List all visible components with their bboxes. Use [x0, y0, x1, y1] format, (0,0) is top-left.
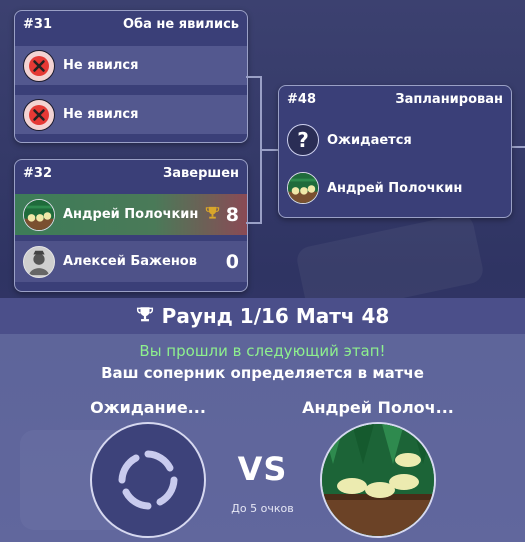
no-show-x-icon — [23, 49, 55, 82]
round-title-text: Раунд 1/16 Матч 48 — [161, 304, 390, 328]
match-number: #31 — [23, 16, 52, 32]
left-player-name: Ожидание... — [90, 398, 206, 417]
player-name: Не явился — [63, 58, 139, 73]
match-header: #32 Завершен — [15, 160, 247, 186]
question-mark-icon: ? — [287, 124, 319, 156]
player-row[interactable]: Алексей Баженов 0 — [15, 241, 247, 282]
player-score: 8 — [225, 203, 239, 226]
match-status: Завершен — [163, 165, 239, 181]
match-length: До 5 очков — [231, 502, 294, 515]
no-show-x-icon — [23, 98, 55, 131]
match-header: #31 Оба не явились — [15, 11, 247, 37]
player-name: Не явился — [63, 107, 139, 122]
opponent-message: Ваш соперник определяется в матче — [101, 364, 424, 382]
player-score: 0 — [225, 250, 239, 273]
bracket-connector — [260, 149, 278, 151]
player-name: Ожидается — [327, 132, 412, 148]
bracket-connector — [246, 222, 262, 224]
advanced-message: Вы прошли в следующий этап! — [139, 342, 386, 360]
player-name: Андрей Полочкин — [327, 180, 463, 196]
match-status: Оба не явились — [123, 16, 239, 32]
trophy-icon — [205, 205, 220, 224]
player-row[interactable]: Андрей Полочкин — [279, 168, 511, 208]
opponent-avatar — [320, 422, 436, 538]
match-header: #48 Запланирован — [279, 86, 511, 112]
backgammon-board-avatar — [287, 172, 319, 204]
player-row[interactable]: ? Ожидается — [279, 120, 511, 160]
backgammon-board-avatar — [322, 424, 434, 536]
player-name: Андрей Полочкин — [63, 207, 199, 222]
player-row[interactable]: Не явился — [15, 46, 247, 85]
match-number: #48 — [287, 91, 316, 107]
bracket-connector — [512, 146, 525, 148]
right-player-name: Андрей Полоч... — [302, 398, 454, 417]
versus-label: VS — [237, 450, 288, 488]
player-name: Алексей Баженов — [63, 254, 197, 269]
player-row-winner[interactable]: Андрей Полочкин 8 — [15, 194, 247, 235]
match-number: #32 — [23, 165, 52, 181]
backgammon-board-avatar — [23, 198, 55, 231]
match-info-panel: Раунд 1/16 Матч 48 Вы прошли в следующий… — [0, 298, 525, 542]
trophy-icon — [136, 304, 162, 328]
photo-avatar — [23, 245, 55, 278]
match-status: Запланирован — [395, 91, 503, 107]
match-card-48[interactable]: #48 Запланирован ? Ожидается Андрей Поло… — [278, 85, 512, 218]
match-card-31[interactable]: #31 Оба не явились Не явился Не явился — [14, 10, 248, 143]
player-row[interactable]: Не явился — [15, 95, 247, 134]
round-title: Раунд 1/16 Матч 48 — [0, 298, 525, 334]
match-card-32[interactable]: #32 Завершен Андрей Полочкин 8 Алексей Б… — [14, 159, 248, 292]
